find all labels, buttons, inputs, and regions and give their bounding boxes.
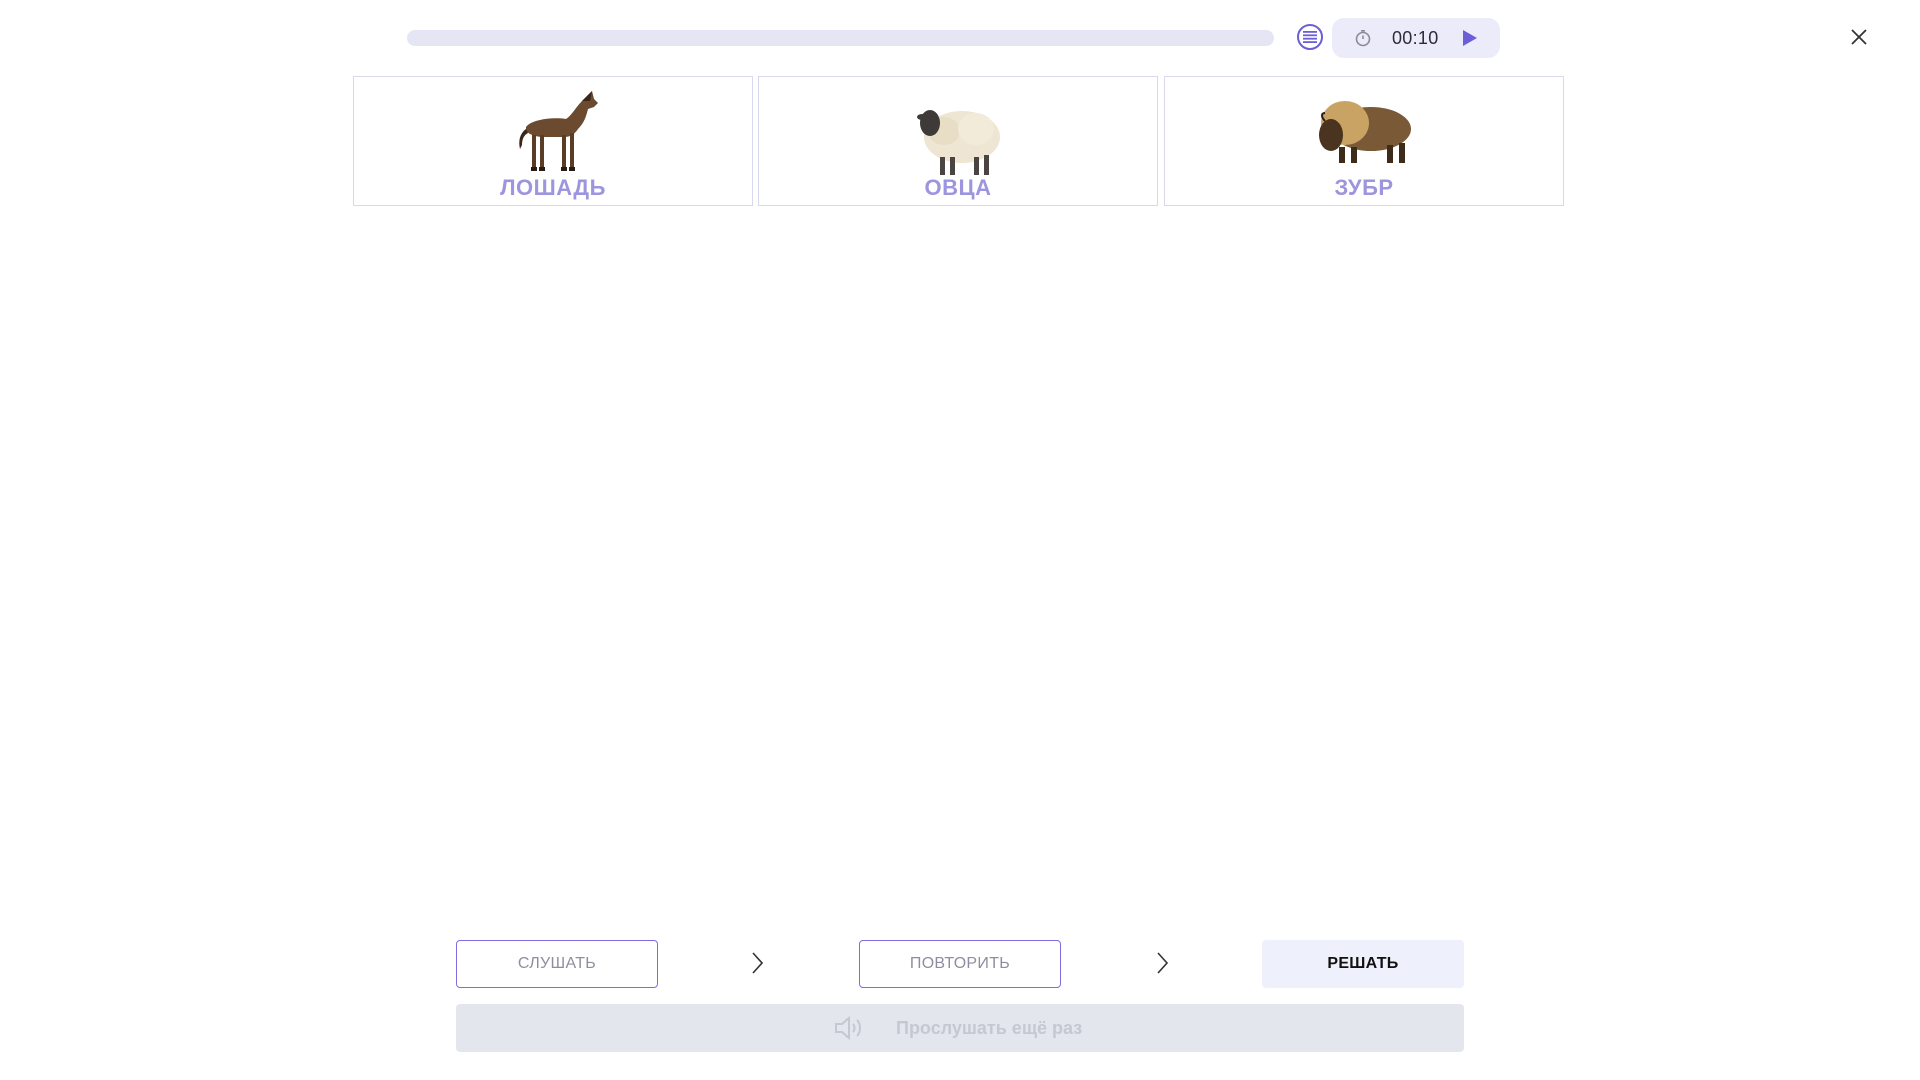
progress-bar [407,30,1274,46]
chevron-right-icon [752,952,764,974]
close-icon[interactable] [1846,24,1872,50]
answer-card-sheep[interactable]: ОВЦА [758,76,1158,206]
timer-value: 00:10 [1392,28,1439,48]
play-icon[interactable] [1462,29,1478,47]
sheep-image [917,110,1000,175]
stopwatch-icon [1355,29,1371,47]
bison-image [1319,101,1411,163]
repeat-button[interactable]: ПОВТОРИТЬ [859,940,1061,988]
answer-card-bison[interactable]: ЗУБР [1164,76,1564,206]
card-label: ЛОШАДЬ [500,175,606,200]
answer-card-horse[interactable]: ЛОШАДЬ [353,76,753,206]
list-icon [1303,31,1317,43]
solve-button[interactable]: РЕШАТЬ [1262,940,1464,988]
card-label: ОВЦА [924,175,992,200]
chevron-right-icon [1157,952,1169,974]
replay-label: Прослушать ещё раз [896,1018,1083,1038]
listen-button[interactable]: СЛУШАТЬ [456,940,658,988]
speaker-icon [835,1016,861,1040]
list-button[interactable] [1297,24,1323,50]
card-label: ЗУБР [1334,175,1394,200]
horse-image [519,91,598,171]
timer: 00:10 [1332,18,1500,58]
replay-button[interactable]: Прослушать ещё раз [456,1004,1464,1052]
